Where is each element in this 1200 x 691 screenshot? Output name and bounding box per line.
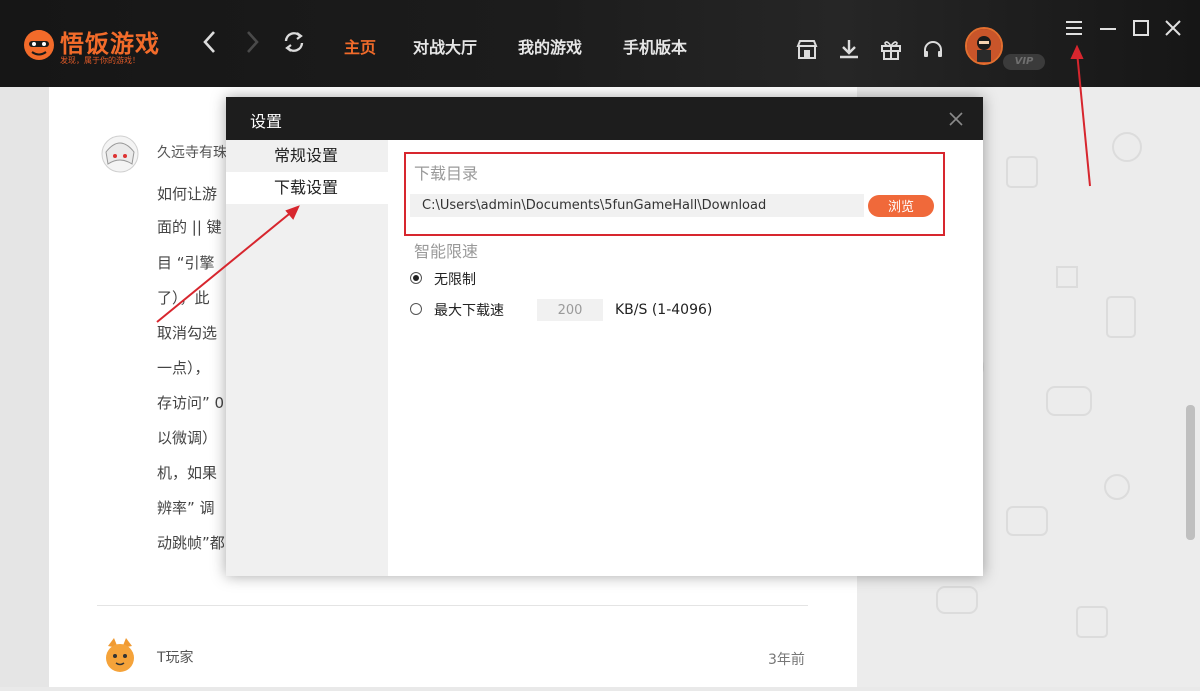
comment-text-line: 动跳帧”都	[157, 534, 225, 552]
vip-badge[interactable]: VIP	[1003, 54, 1045, 70]
speed-unit-label: KB/S (1-4096)	[615, 302, 713, 318]
store-icon[interactable]	[795, 38, 819, 62]
tab-home[interactable]: 主页	[344, 34, 376, 58]
speed-limit-label: 智能限速	[414, 242, 479, 261]
minimize-icon[interactable]	[1098, 18, 1118, 38]
user-avatar-image	[967, 29, 1001, 63]
settings-dialog: 设置 常规设置 下载设置 下载目录 浏览 智能限速 无限制 最大下载速 KB/S…	[226, 97, 983, 576]
left-background-panel	[0, 87, 49, 687]
tab-battle-hall[interactable]: 对战大厅	[413, 34, 477, 58]
comment-text-line: 机，如果	[157, 464, 218, 482]
settings-menu-download[interactable]: 下载设置	[226, 172, 388, 204]
settings-menu-general[interactable]: 常规设置	[226, 140, 388, 172]
download-path-field[interactable]	[410, 194, 864, 217]
commenter-avatar[interactable]	[100, 636, 140, 676]
page-scrollbar[interactable]	[1186, 405, 1195, 540]
tab-my-games[interactable]: 我的游戏	[518, 34, 582, 58]
dialog-header: 设置	[226, 97, 983, 140]
settings-sidebar: 常规设置 下载设置	[226, 140, 388, 576]
app-logo[interactable]: 悟饭游戏 发现，属于你的游戏！	[20, 22, 180, 70]
settings-content: 下载目录 浏览 智能限速 无限制 最大下载速 KB/S (1-4096)	[388, 140, 983, 576]
comment-text-line: 了），此	[157, 289, 210, 307]
gift-icon[interactable]	[879, 38, 903, 62]
radio-label: 无限制	[434, 272, 476, 288]
radio-button[interactable]	[410, 272, 422, 284]
close-icon[interactable]	[1163, 18, 1183, 38]
comment-text-line: 取消勾选	[157, 324, 218, 342]
comment-text-line: 面的 || 键	[157, 218, 222, 236]
radio-button[interactable]	[410, 303, 422, 315]
back-button[interactable]	[196, 28, 224, 60]
dialog-title: 设置	[250, 112, 283, 131]
comment-text-line: 存访问” 0	[157, 394, 225, 412]
radio-label: 最大下载速	[434, 303, 504, 319]
chevron-left-icon	[203, 31, 215, 53]
commenter-name[interactable]: T玩家	[157, 647, 194, 667]
app-name: 悟饭游戏	[60, 30, 160, 58]
user-avatar[interactable]	[965, 27, 1003, 65]
refresh-icon	[284, 32, 304, 52]
comment-text-line: 如何让游	[157, 185, 218, 203]
maximize-icon[interactable]	[1131, 18, 1151, 38]
tab-mobile-version[interactable]: 手机版本	[623, 34, 687, 58]
forward-button[interactable]	[238, 28, 266, 60]
comment-text-line: 辨率” 调	[157, 499, 215, 517]
commenter-avatar[interactable]	[100, 134, 140, 174]
comment-divider	[97, 605, 808, 606]
commenter-name[interactable]: 久远寺有珠	[157, 142, 227, 162]
browse-button[interactable]: 浏览	[868, 195, 934, 217]
comment-text-line: 目 “引擎	[157, 254, 215, 272]
refresh-button[interactable]	[280, 28, 308, 60]
menu-icon[interactable]	[1064, 18, 1084, 38]
max-speed-input[interactable]	[537, 299, 603, 321]
app-slogan: 发现，属于你的游戏！	[60, 56, 140, 65]
dialog-close-icon[interactable]	[946, 109, 966, 129]
comment-time: 3年前	[768, 652, 805, 668]
download-dir-label: 下载目录	[414, 164, 479, 183]
comment-text-line: 以微调）	[157, 429, 218, 447]
top-bar: 悟饭游戏 发现，属于你的游戏！ 主页 对战大厅 我的游戏 手机版本 VIP	[0, 0, 1200, 87]
download-icon[interactable]	[837, 38, 861, 62]
comment-text-line: 一点），	[157, 359, 210, 377]
headset-icon[interactable]	[921, 38, 945, 62]
chevron-right-icon	[247, 31, 259, 53]
mascot-logo-icon	[24, 30, 54, 60]
